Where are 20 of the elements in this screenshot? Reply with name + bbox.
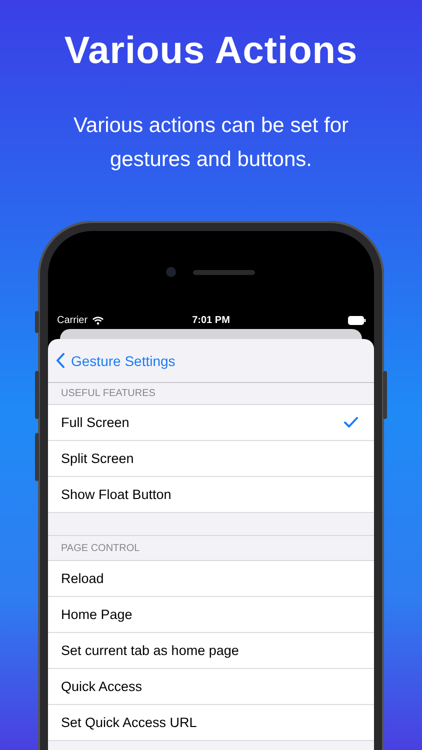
headline: Various Actions	[64, 30, 358, 73]
speaker-grille	[193, 270, 255, 274]
status-time: 7:01 PM	[192, 314, 230, 326]
list-item[interactable]: Split Screen	[48, 441, 374, 477]
chevron-icon	[56, 353, 65, 368]
list-item[interactable]: Show Float Button	[48, 477, 374, 513]
section-header: USEFUL FEATURES	[61, 388, 156, 399]
wifi-icon	[92, 316, 104, 324]
list-item[interactable]: Quick Access	[48, 669, 374, 705]
section-header: PAGE CONTROL	[61, 542, 140, 554]
list-item[interactable]: Full Screen	[48, 405, 374, 441]
list-item[interactable]: Reload	[48, 561, 374, 597]
back-button[interactable]: Gesture Settings	[56, 352, 176, 368]
list-item[interactable]: Home Page	[48, 597, 374, 633]
carrier-label: Carrier	[57, 314, 88, 326]
battery-icon	[348, 316, 366, 324]
list-item[interactable]: Set current tab as home page	[48, 633, 374, 669]
camera-icon	[167, 268, 175, 276]
subtitle: Various actions can be set for gestures and buttons.	[72, 113, 350, 173]
list-item[interactable]: Set Quick Access URL	[48, 705, 374, 741]
